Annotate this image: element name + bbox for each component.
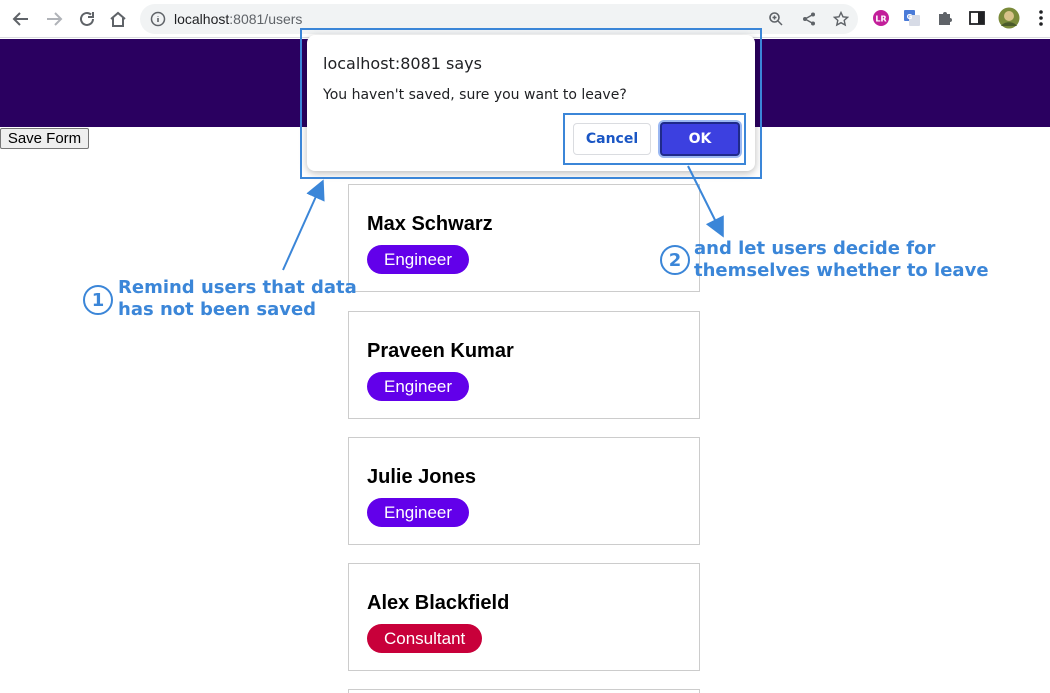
annotation-two-line1: and let users decide for — [694, 238, 936, 259]
annotation-number-one: 1 — [83, 285, 113, 315]
annotation-arrows — [282, 165, 724, 271]
arrow-one — [282, 179, 325, 271]
annotation-one-line1: Remind users that data — [118, 277, 357, 298]
annotation-number-two: 2 — [660, 245, 690, 275]
annotation-one-line2: has not been saved — [118, 299, 317, 320]
annotation-two-line2: themselves whether to leave — [694, 260, 989, 281]
annotation-text-two: and let users decide for themselves whet… — [694, 238, 989, 282]
annotation-text-one: Remind users that data has not been save… — [118, 277, 357, 321]
arrow-two — [687, 165, 724, 238]
